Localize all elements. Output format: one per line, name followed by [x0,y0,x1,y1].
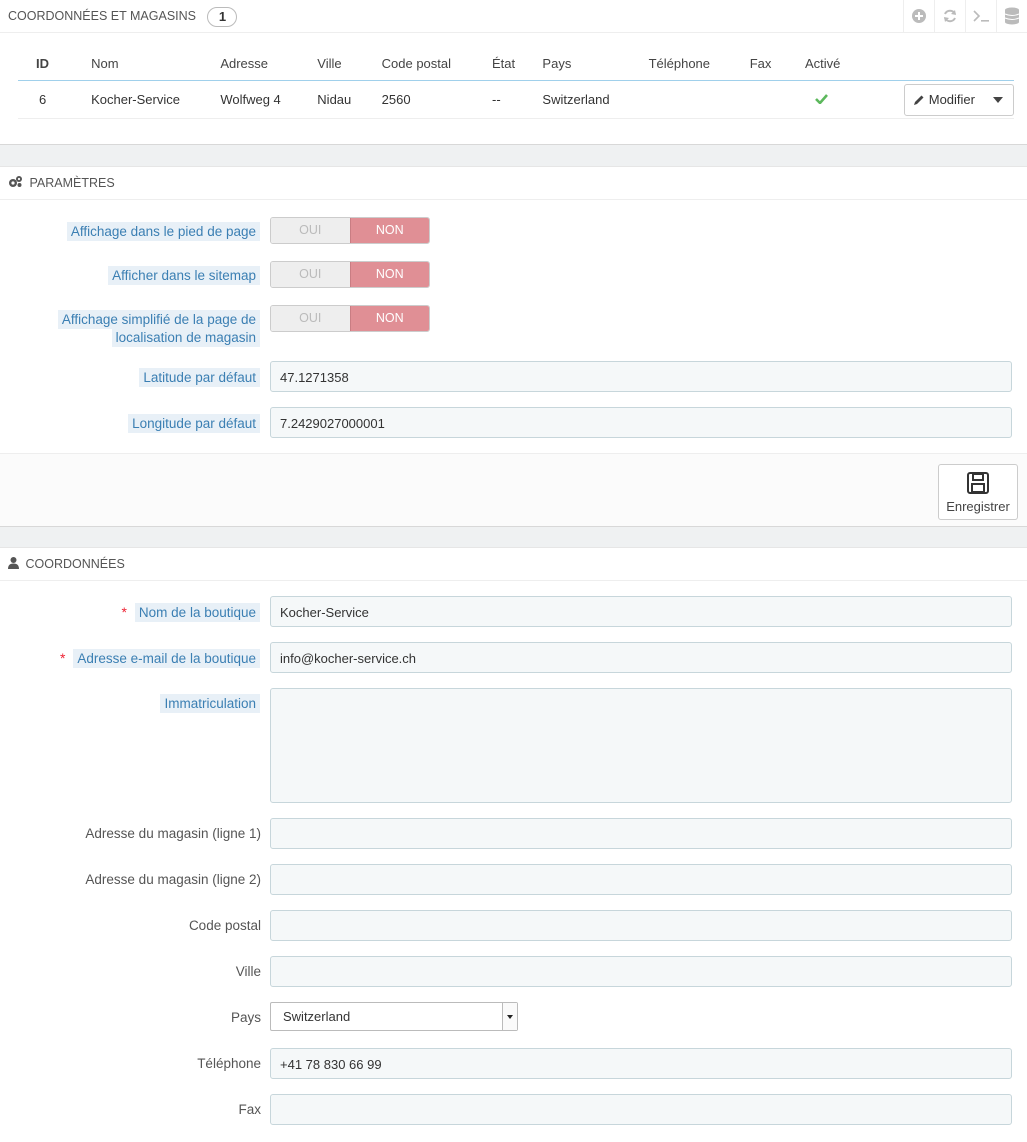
stores-table: ID Nom Adresse Ville Code postal État Pa… [18,46,1014,119]
list-toolbar [903,0,1027,32]
switch-no[interactable]: NON [349,218,429,243]
save-button-label: Enregistrer [946,499,1010,514]
contact-panel-heading: Coordonnées [0,548,1027,581]
country-label: Pays [230,1010,261,1025]
col-telephone[interactable]: Téléphone [648,46,750,81]
required-mark: * [121,604,127,620]
switch-yes[interactable]: OUI [271,218,350,243]
cell-actions: Modifier [903,80,1014,119]
cell-telephone[interactable] [648,80,750,119]
cell-etat[interactable]: -- [492,80,543,119]
stores-panel-heading: Coordonnées et magasins 1 [0,0,1027,33]
pencil-icon [913,95,924,105]
params-panel-footer: Enregistrer [0,453,1027,526]
edit-button[interactable]: Modifier [905,85,983,115]
save-button[interactable]: Enregistrer [938,464,1018,520]
city-label: Ville [235,964,261,979]
cell-id[interactable]: 6 [18,80,92,119]
latitude-label: Latitude par défaut [139,368,260,387]
contact-panel-title: Coordonnées [25,557,125,571]
switch-yes[interactable]: OUI [271,262,350,287]
address2-label: Adresse du magasin (ligne 2) [85,872,261,887]
footer-display-switch[interactable]: OUI NON [270,217,430,244]
address2-input[interactable] [270,864,1012,895]
switch-yes[interactable]: OUI [271,306,350,331]
fax-input[interactable] [270,1094,1012,1125]
stores-panel-title: Coordonnées et magasins [8,9,196,23]
col-actions [903,46,1014,81]
address1-label: Adresse du magasin (ligne 1) [85,826,261,841]
user-icon [8,549,19,581]
table-header-row: ID Nom Adresse Ville Code postal État Pa… [18,46,1014,81]
col-id[interactable]: ID [18,46,92,81]
sql-query-icon[interactable] [965,0,996,32]
params-panel: Paramètres Affichage dans le pied de pag… [0,166,1027,527]
col-active[interactable]: Activé [805,46,904,81]
simplified-page-switch[interactable]: OUI NON [270,305,430,332]
col-pays[interactable]: Pays [542,46,649,81]
col-etat[interactable]: État [492,46,543,81]
shop-name-input[interactable]: Kocher-Service [270,596,1012,627]
edit-button-label: Modifier [928,92,975,107]
fax-label: Fax [238,1102,261,1117]
registration-textarea[interactable] [270,688,1012,803]
switch-no[interactable]: NON [349,306,429,331]
stores-count-badge: 1 [207,6,238,27]
col-code-postal[interactable]: Code postal [381,46,493,81]
simplified-page-label: Affichage simplifié de la page de locali… [57,310,260,347]
col-ville[interactable]: Ville [317,46,382,81]
cell-pays[interactable]: Switzerland [542,80,649,119]
shop-email-input[interactable]: info@kocher-service.ch [270,642,1012,673]
longitude-input[interactable]: 7.2429027000001 [270,407,1012,438]
postcode-label: Code postal [188,918,261,933]
cell-ville[interactable]: Nidau [317,80,382,119]
cogs-icon [8,168,23,200]
country-select[interactable]: Switzerland [270,1002,518,1031]
phone-label: Téléphone [197,1056,261,1071]
longitude-label: Longitude par défaut [128,414,260,433]
cell-active[interactable] [805,80,904,119]
registration-label: Immatriculation [160,694,260,713]
cell-fax[interactable] [749,80,805,119]
latitude-input[interactable]: 47.1271358 [270,361,1012,392]
stores-panel: Coordonnées et magasins 1 ID Nom Adresse… [0,0,1027,145]
postcode-input[interactable] [270,910,1012,941]
check-icon[interactable] [815,92,828,107]
params-panel-title: Paramètres [29,176,115,190]
add-new-icon[interactable] [903,0,934,32]
cell-nom[interactable]: Kocher-Service [91,80,221,119]
cell-adresse[interactable]: Wolfweg 4 [220,80,318,119]
country-select-value: Switzerland [283,1009,351,1024]
shop-email-label: * Adresse e-mail de la boutique [60,649,260,668]
refresh-icon[interactable] [934,0,965,32]
city-input[interactable] [270,956,1012,987]
save-icon [939,471,1017,498]
switch-no[interactable]: NON [349,262,429,287]
address1-input[interactable] [270,818,1012,849]
params-panel-heading: Paramètres [0,167,1027,200]
cell-code-postal[interactable]: 2560 [381,80,493,119]
contact-panel: Coordonnées * Nom de la boutique Kocher-S… [0,547,1027,1142]
chevron-down-icon[interactable] [983,85,1013,115]
col-nom[interactable]: Nom [91,46,221,81]
select-arrow-icon[interactable] [502,1003,517,1030]
required-mark: * [59,650,66,666]
table-row[interactable]: 6 Kocher-Service Wolfweg 4 Nidau 2560 --… [18,80,1014,119]
sitemap-switch[interactable]: OUI NON [270,261,430,288]
footer-display-label: Affichage dans le pied de page [66,222,260,241]
col-fax[interactable]: Fax [749,46,805,81]
sitemap-label: Afficher dans le sitemap [108,266,260,285]
edit-button-group: Modifier [903,83,1014,116]
database-export-icon[interactable] [996,0,1027,32]
shop-name-label: * Nom de la boutique [121,603,260,622]
col-adresse[interactable]: Adresse [220,46,318,81]
phone-input[interactable]: +41 78 830 66 99 [270,1048,1012,1079]
